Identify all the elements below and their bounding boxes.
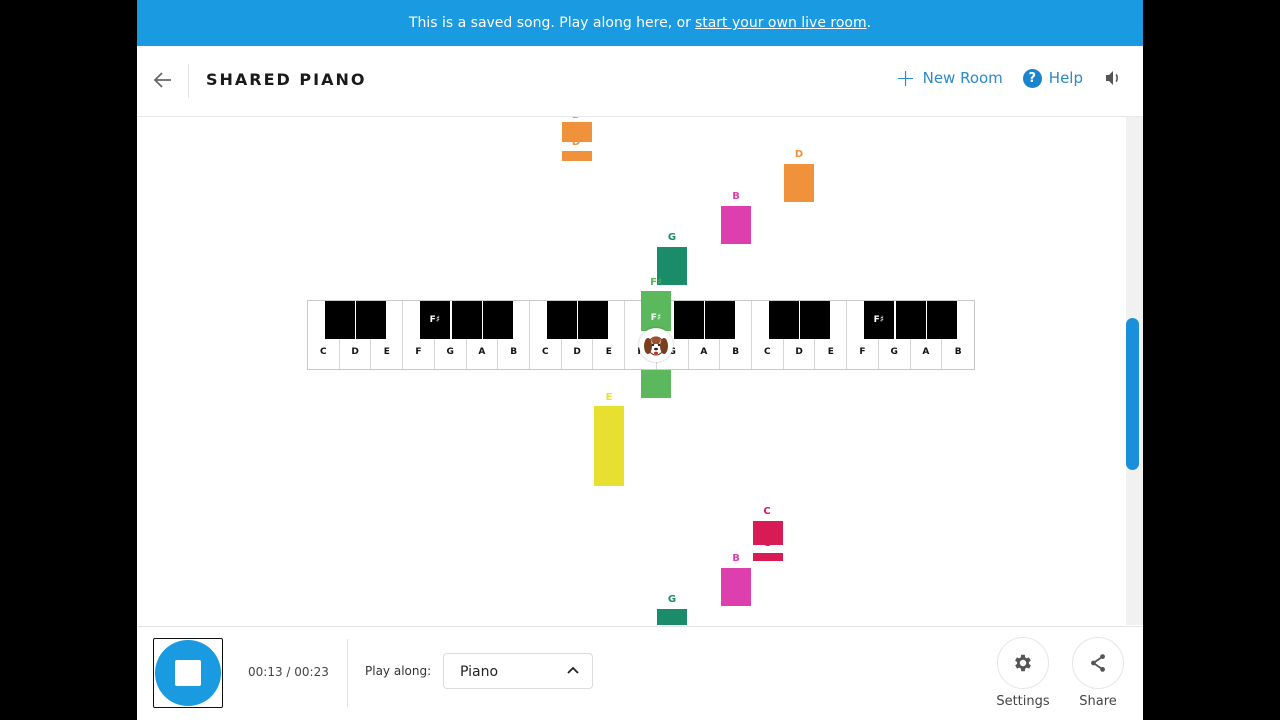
question-circle-icon: ?	[1022, 68, 1042, 88]
app-window: This is a saved song. Play along here, o…	[137, 0, 1143, 720]
banner-suffix: .	[866, 15, 872, 31]
new-room-label: New Room	[922, 69, 1003, 87]
black-key-label: F♯	[873, 315, 885, 325]
black-key-label: F♯	[429, 315, 441, 325]
start-live-room-link[interactable]: start your own live room	[695, 15, 867, 31]
white-key-label: A	[922, 347, 930, 357]
scrollbar-thumb[interactable]	[1126, 318, 1139, 470]
note-bar	[721, 568, 751, 606]
note-label: E	[605, 392, 613, 403]
black-key[interactable]	[705, 301, 736, 339]
white-key-label: E	[383, 347, 390, 357]
note-label: B	[732, 553, 740, 564]
stop-icon	[175, 660, 201, 686]
note-label: G	[667, 594, 677, 605]
help-label: Help	[1048, 69, 1083, 87]
banner-text: This is a saved song. Play along here, o…	[408, 15, 691, 31]
white-key-label: G	[890, 347, 898, 357]
black-key[interactable]	[800, 301, 831, 339]
note-bar	[562, 151, 592, 161]
player-divider	[347, 639, 348, 707]
note-label: C	[763, 538, 771, 549]
white-key-label: D	[351, 347, 359, 357]
black-key[interactable]: F♯	[863, 301, 894, 339]
white-key-label: G	[446, 347, 454, 357]
white-key-label: D	[795, 347, 803, 357]
black-key[interactable]	[483, 301, 514, 339]
note-label: F♯	[650, 277, 662, 288]
note-bar	[784, 164, 814, 202]
black-key[interactable]	[673, 301, 704, 339]
white-key-label: F	[859, 347, 866, 357]
black-key[interactable]	[324, 301, 355, 339]
instrument-select[interactable]: Piano	[443, 653, 593, 689]
stop-button-focus-ring	[153, 638, 223, 708]
black-key[interactable]: F♯	[419, 301, 450, 339]
note-label: C	[763, 506, 771, 517]
note-bar	[721, 206, 751, 244]
white-key-label: E	[827, 347, 834, 357]
note-bar	[657, 609, 687, 625]
page-title: SHARED PIANO	[206, 70, 367, 89]
white-key-label: C	[764, 347, 771, 357]
dog-avatar	[639, 328, 673, 362]
header-divider	[188, 64, 189, 98]
note-bar	[641, 370, 671, 398]
dog-icon	[644, 336, 668, 356]
white-key-label: F	[415, 347, 422, 357]
black-key[interactable]	[768, 301, 799, 339]
back-button[interactable]	[151, 68, 175, 92]
note-label: G	[667, 232, 677, 243]
white-key-label: C	[542, 347, 549, 357]
note-label: D	[794, 149, 804, 160]
black-key[interactable]	[927, 301, 958, 339]
white-key-label: B	[954, 347, 962, 357]
share-icon	[1091, 654, 1105, 672]
saved-song-banner: This is a saved song. Play along here, o…	[137, 0, 1143, 46]
black-key[interactable]	[356, 301, 387, 339]
white-key-label: B	[510, 347, 518, 357]
stop-button[interactable]	[155, 640, 221, 706]
note-label: B	[732, 191, 740, 202]
white-key-label: D	[573, 347, 581, 357]
active-note-f-sharp: F♯	[641, 291, 671, 331]
speaker-icon[interactable]	[1103, 68, 1123, 88]
settings-button[interactable]	[997, 637, 1049, 689]
note-label: D	[561, 117, 591, 121]
header-actions: + New Room ? Help	[895, 64, 1123, 92]
instrument-value: Piano	[460, 664, 499, 680]
share-label: Share	[1079, 694, 1117, 709]
play-along-label: Play along:	[365, 664, 432, 678]
new-room-button[interactable]: + New Room	[895, 64, 1003, 92]
white-key-label: C	[320, 347, 327, 357]
gear-icon	[1015, 654, 1031, 672]
note-bar	[753, 553, 783, 561]
plus-icon: +	[895, 64, 916, 92]
help-button[interactable]: ? Help	[1022, 68, 1083, 88]
note-stage: D D D B G F♯ E C C B G	[137, 117, 1143, 625]
black-key[interactable]	[451, 301, 482, 339]
arrow-left-icon	[153, 72, 171, 88]
note-label: D	[571, 137, 581, 148]
white-key-label: A	[478, 347, 486, 357]
header: SHARED PIANO + New Room ? Help	[137, 46, 1143, 117]
white-key-label: E	[605, 347, 612, 357]
player-bar: 00:13 / 00:23 Play along: Piano Settings…	[137, 626, 1143, 720]
black-key[interactable]	[546, 301, 577, 339]
white-key-label: A	[700, 347, 708, 357]
playback-time: 00:13 / 00:23	[248, 665, 329, 679]
black-key[interactable]	[895, 301, 926, 339]
black-key[interactable]	[578, 301, 609, 339]
chevron-up-icon	[567, 666, 579, 674]
white-key-label: B	[732, 347, 740, 357]
note-bar	[594, 406, 624, 486]
active-note-label: F♯	[650, 313, 662, 323]
settings-label: Settings	[996, 694, 1050, 709]
share-button[interactable]	[1072, 637, 1124, 689]
